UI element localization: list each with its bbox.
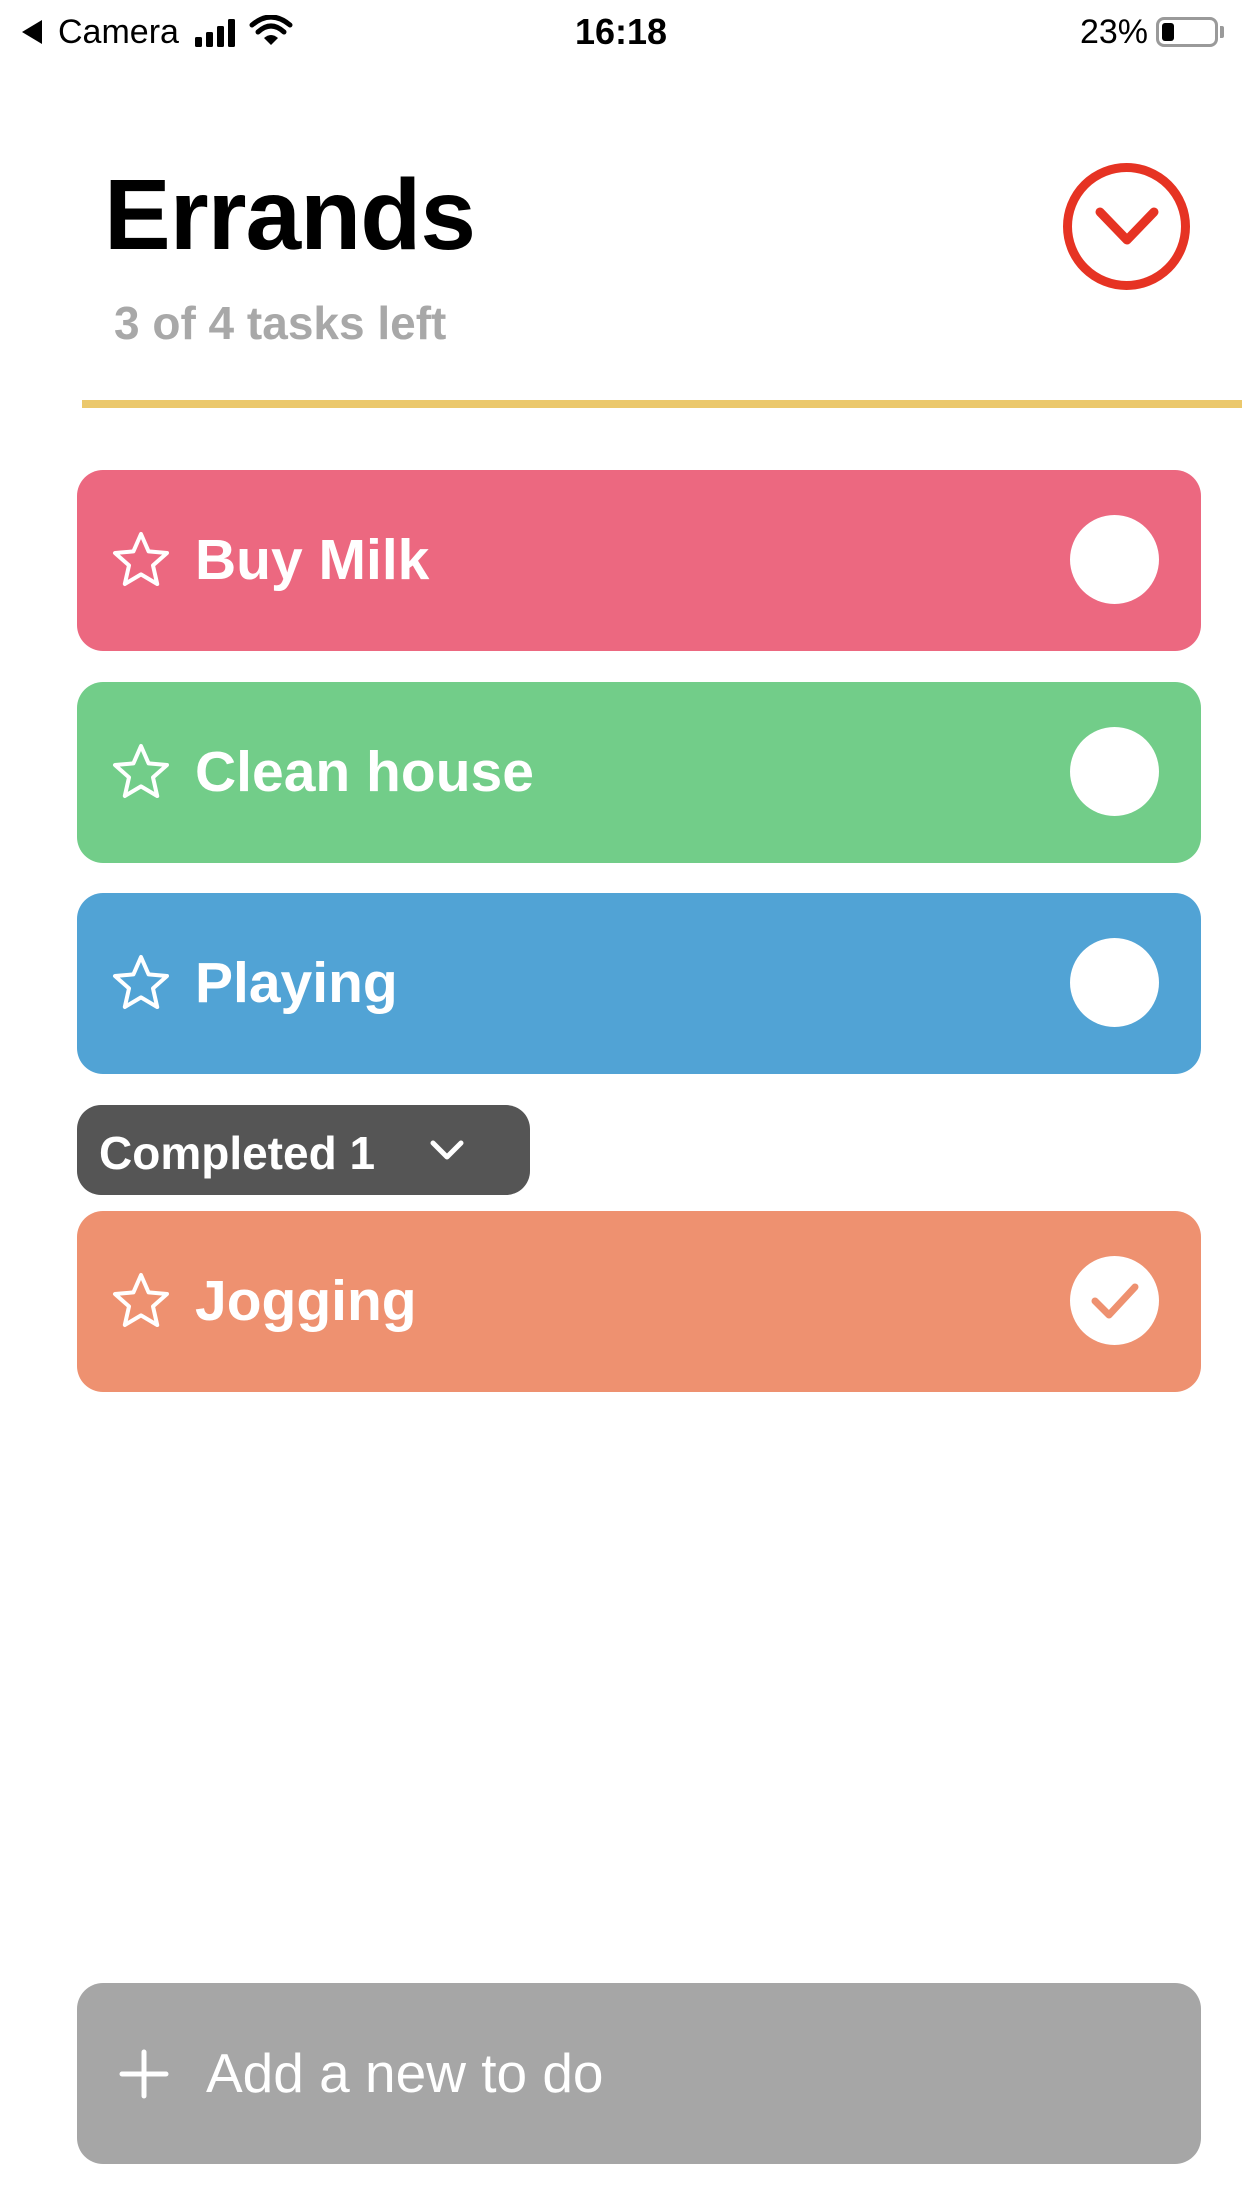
task-complete-checkbox[interactable] (1070, 1256, 1159, 1345)
app-screen: Camera 16:18 23% Errands 3 of 4 tasks le… (0, 0, 1242, 2208)
task-complete-checkbox[interactable] (1070, 727, 1159, 816)
star-icon[interactable] (111, 530, 171, 590)
list-menu-button[interactable] (1063, 163, 1190, 290)
status-bar: Camera 16:18 23% (0, 0, 1242, 64)
plus-icon (119, 2049, 169, 2099)
task-title: Jogging (195, 1269, 417, 1333)
task-title: Playing (195, 951, 398, 1015)
completed-task-card[interactable]: Jogging (77, 1211, 1201, 1392)
star-icon[interactable] (111, 953, 171, 1013)
battery-icon (1156, 17, 1218, 47)
task-title: Buy Milk (195, 528, 430, 592)
task-complete-checkbox[interactable] (1070, 938, 1159, 1027)
task-complete-checkbox[interactable] (1070, 515, 1159, 604)
list-title: Errands (104, 159, 476, 271)
add-todo-input[interactable]: Add a new to do (206, 1983, 604, 2164)
star-icon[interactable] (111, 1271, 171, 1331)
tasks-left-count: 3 of 4 tasks left (114, 297, 447, 349)
header-divider (82, 400, 1242, 408)
task-card[interactable]: Buy Milk (77, 470, 1201, 651)
task-card[interactable]: Clean house (77, 682, 1201, 863)
completed-section-toggle[interactable]: Completed 1 (77, 1105, 530, 1195)
clock: 16:18 (574, 11, 668, 52)
star-icon[interactable] (111, 742, 171, 802)
chevron-down-icon (1095, 207, 1158, 244)
battery-percent: 23% (1079, 12, 1148, 51)
task-card[interactable]: Playing (77, 893, 1201, 1074)
task-title: Clean house (195, 740, 534, 804)
completed-count-label: Completed 1 (99, 1127, 376, 1179)
chevron-down-icon (430, 1140, 464, 1160)
add-todo-bar[interactable]: Add a new to do (77, 1983, 1201, 2164)
checkmark-icon (1091, 1283, 1138, 1318)
battery-status: 23% (1080, 10, 1224, 54)
